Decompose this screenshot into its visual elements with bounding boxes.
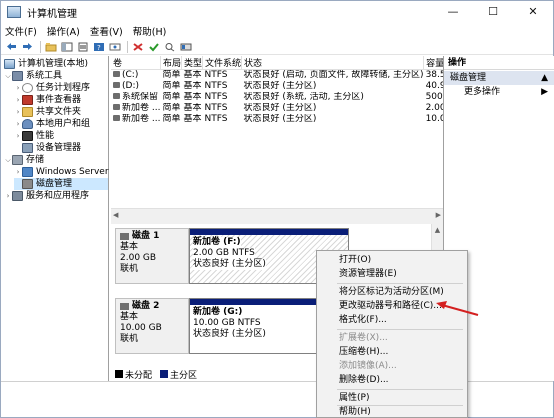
annotation-arrow xyxy=(436,301,479,316)
